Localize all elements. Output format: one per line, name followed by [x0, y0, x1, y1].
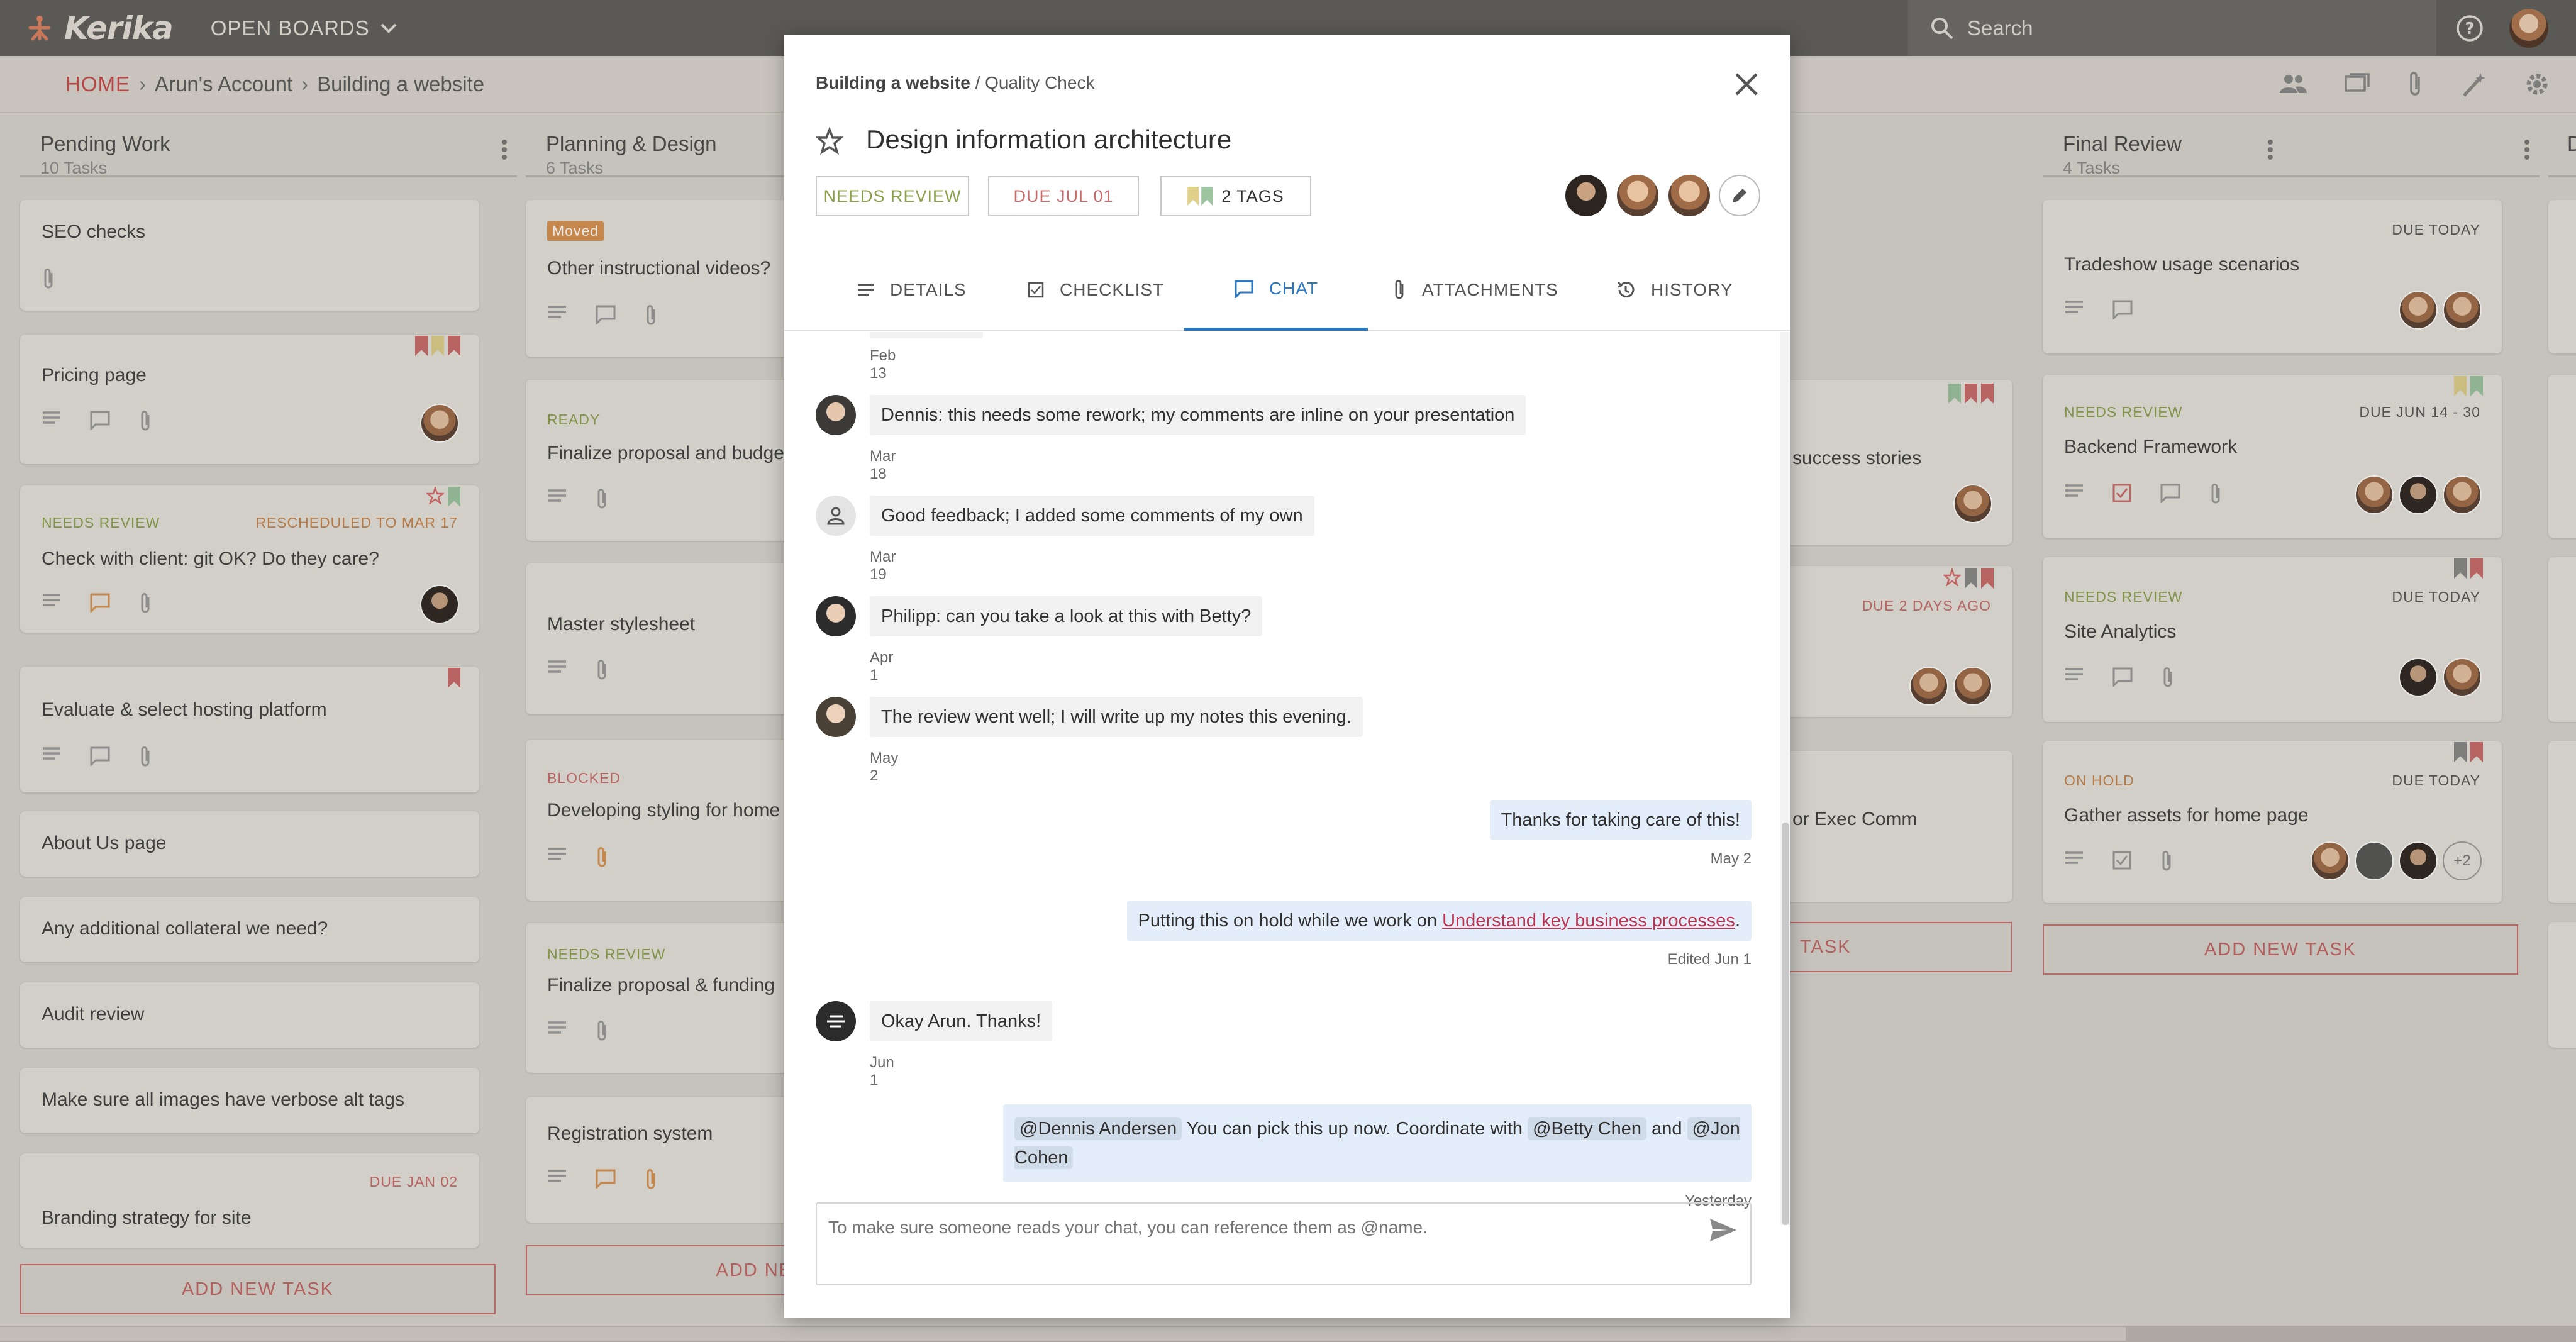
member-avatar[interactable] [1667, 174, 1711, 218]
tag-flag-icon [1187, 187, 1199, 206]
message-timestamp: May 2 [870, 750, 899, 784]
chat-scrollbar[interactable] [1780, 332, 1790, 1225]
message-timestamp: Apr 1 [870, 649, 894, 684]
edit-members-button[interactable] [1719, 175, 1760, 216]
modal-column-name: Quality Check [985, 73, 1095, 92]
message-bubble: Putting this on hold while we work on Un… [1126, 901, 1752, 941]
mention-tag[interactable]: @Betty Chen [1528, 1117, 1646, 1140]
member-avatar[interactable] [1616, 174, 1660, 218]
sender-avatar [816, 1001, 856, 1041]
chat-thread: Feb 13 Dennis: this needs some rework; m… [784, 332, 1790, 1225]
close-icon[interactable] [1733, 70, 1760, 98]
tags-button[interactable]: 2 TAGS [1160, 176, 1311, 216]
tag-flag-icon [1201, 187, 1213, 206]
chat-scrollbar-thumb[interactable] [1782, 823, 1789, 1225]
task-title[interactable]: Design information architecture [866, 125, 1231, 155]
task-members [1564, 174, 1760, 218]
sender-avatar [816, 395, 856, 435]
due-date-button[interactable]: DUE JUL 01 [988, 176, 1139, 216]
status-button[interactable]: NEEDS REVIEW [816, 176, 969, 216]
tab-label: CHAT [1269, 278, 1319, 298]
message-timestamp: Mar 19 [870, 548, 896, 583]
modal-breadcrumb: Building a website / Quality Check [816, 73, 1095, 92]
send-icon[interactable] [1709, 1217, 1738, 1243]
tags-label: 2 TAGS [1221, 186, 1284, 206]
message-text: and [1652, 1119, 1682, 1139]
tab-checklist[interactable]: CHECKLIST [1027, 249, 1164, 331]
chat-icon [1235, 280, 1253, 298]
modal-tabs: DETAILS CHECKLIST CHAT ATTACHMENTS HISTO… [784, 249, 1790, 331]
modal-board-name[interactable]: Building a website [816, 73, 970, 92]
message-bubble: Good feedback; I added some comments of … [870, 496, 1314, 536]
message-timestamp: Feb 13 [870, 347, 896, 382]
details-icon [858, 284, 874, 296]
task-modal: Building a website / Quality Check Desig… [784, 35, 1790, 1318]
member-avatar[interactable] [1564, 174, 1608, 218]
history-icon [1617, 281, 1635, 298]
mention-tag[interactable]: @Dennis Andersen [1014, 1117, 1182, 1140]
message-bubble: Dennis: this needs some rework; my comme… [870, 395, 1526, 435]
tab-label: ATTACHMENTS [1422, 280, 1558, 299]
message-text: Putting this on hold while we work on [1138, 910, 1438, 931]
sender-avatar [816, 697, 856, 737]
message-bubble: @Dennis Andersen You can pick this up no… [1003, 1104, 1752, 1182]
tab-attachments[interactable]: ATTACHMENTS [1393, 249, 1558, 331]
sender-avatar [816, 496, 856, 536]
pencil-icon [1733, 189, 1746, 202]
message-bubble [870, 332, 983, 338]
message-timestamp: May 2 [1710, 850, 1752, 867]
message-bubble: Philipp: can you take a look at this wit… [870, 596, 1263, 636]
message-bubble: The review went well; I will write up my… [870, 697, 1363, 737]
task-link[interactable]: Understand key business processes [1442, 911, 1735, 931]
tab-chat[interactable]: CHAT [1184, 249, 1368, 331]
attachment-icon [1395, 280, 1404, 299]
chat-composer [816, 1202, 1752, 1285]
star-icon[interactable] [816, 127, 843, 155]
sender-avatar [816, 596, 856, 636]
message-timestamp: Mar 18 [870, 448, 896, 482]
checklist-icon [1028, 282, 1044, 298]
tab-label: CHECKLIST [1060, 280, 1165, 299]
person-icon [827, 507, 845, 525]
tab-label: DETAILS [890, 280, 967, 299]
kerika-bot-icon [827, 1015, 845, 1028]
message-text: You can pick this up now. Coordinate wit… [1186, 1119, 1523, 1139]
message-bubble: Thanks for taking care of this! [1489, 800, 1752, 840]
tab-history[interactable]: HISTORY [1616, 249, 1733, 331]
chat-input[interactable] [817, 1209, 1685, 1246]
message-timestamp: Edited Jun 1 [1667, 951, 1752, 968]
tab-label: HISTORY [1651, 280, 1733, 299]
message-text-end: . [1735, 910, 1740, 931]
message-timestamp: Jun 1 [870, 1054, 894, 1089]
message-bubble: Okay Arun. Thanks! [870, 1001, 1053, 1041]
tab-details[interactable]: DETAILS [857, 249, 967, 331]
